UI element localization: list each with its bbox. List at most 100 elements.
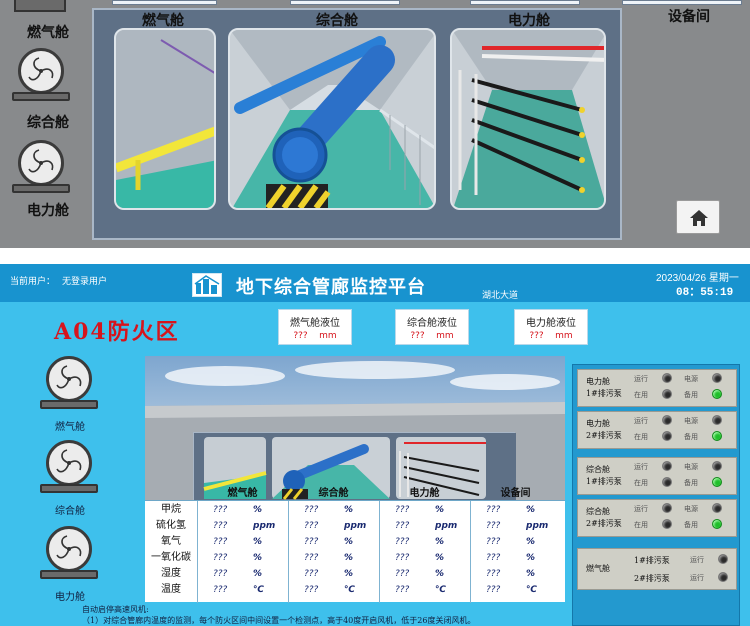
fan-label-comprehensive: 综合舱: [27, 115, 69, 131]
tab-bar-comprehensive[interactable]: [290, 0, 400, 5]
fan-button-gas[interactable]: [40, 356, 98, 414]
tab-bar-power[interactable]: [470, 0, 580, 5]
current-date: 2023/04/26 星期一: [656, 273, 739, 284]
table-cell: ??? ℃: [288, 583, 379, 597]
level-unit: mm: [436, 331, 454, 341]
cell-unit: ppm: [344, 521, 367, 531]
tab-bar-equipment[interactable]: [622, 0, 742, 5]
pump-status-label: 电源: [684, 417, 698, 425]
fan-label-gas: 燃气舱: [55, 422, 85, 433]
pump-status-label: 运行: [634, 505, 648, 513]
level-unit: mm: [319, 331, 337, 341]
pump-status-label: 备用: [684, 521, 698, 529]
pump-cabin-label: 综合舱: [586, 465, 610, 474]
cell-value: ???: [395, 569, 410, 579]
cell-unit: ppm: [526, 521, 549, 531]
pump-name: 1#排污泵: [586, 477, 622, 486]
cell-unit: %: [344, 553, 354, 563]
cell-value: ???: [213, 553, 228, 563]
monitor-platform: 当前用户： 无登录用户 地下综合管廊监控平台 湖北大道 2023/04/26 星…: [0, 264, 750, 626]
cell-unit: %: [526, 505, 536, 515]
fan-icon: [46, 440, 92, 486]
power-tunnel-view: [450, 28, 606, 210]
pump-cabin-label: 电力舱: [586, 419, 610, 428]
cell-value: ???: [213, 505, 228, 515]
table-cell: ??? ppm: [197, 519, 288, 533]
cell-value: ???: [304, 585, 319, 595]
fan-base: [40, 484, 98, 493]
fan-base: [40, 400, 98, 409]
location-subtitle: 湖北大道: [482, 291, 519, 301]
pump-status-label: 电源: [684, 463, 698, 471]
fan-button-power[interactable]: [12, 140, 70, 198]
zone-title: A04防火区: [54, 319, 180, 345]
fan-button-comprehensive[interactable]: [12, 48, 70, 106]
status-led: [712, 389, 722, 399]
cell-value: ???: [395, 521, 410, 531]
tab-equipment[interactable]: 设备间: [668, 6, 710, 26]
level-title: 电力舱液位: [526, 318, 576, 329]
pump-status-label: 电源: [684, 505, 698, 513]
cell-unit: %: [435, 537, 445, 547]
status-led: [712, 503, 722, 513]
fan-button-comprehensive[interactable]: [40, 440, 98, 498]
fan-icon: [18, 48, 64, 94]
level-box-comprehensive: 综合舱液位 ??? mm: [395, 309, 469, 345]
tab-power[interactable]: 电力舱: [508, 10, 550, 30]
cell-unit: %: [435, 569, 445, 579]
cell-unit: %: [526, 553, 536, 563]
fan-label-comprehensive: 综合舱: [55, 506, 85, 517]
tab-comprehensive[interactable]: 综合舱: [316, 10, 358, 30]
notes: 自动启停高速风机: （1）对综合管廊内温度的监测，每个防火区间中间设置一个检测点…: [82, 604, 562, 626]
status-led: [662, 373, 672, 383]
table-cell: ???%: [197, 551, 288, 565]
status-led: [718, 554, 728, 564]
row-label: 氧气: [161, 536, 181, 547]
cell-unit: ℃: [253, 585, 264, 595]
status-led: [712, 519, 722, 529]
level-title: 燃气舱液位: [290, 318, 340, 329]
fan-icon: [18, 140, 64, 186]
cell-unit: %: [253, 553, 263, 563]
tab-gas[interactable]: 燃气舱: [142, 10, 184, 30]
pump-cabin-label: 综合舱: [586, 507, 610, 516]
status-led: [662, 503, 672, 513]
column-header-equipment: 设备间: [500, 488, 531, 499]
row-label: 湿度: [161, 568, 181, 579]
column-header-power: 电力舱: [409, 488, 440, 499]
cell-unit: %: [253, 537, 263, 547]
cell-unit: %: [344, 569, 354, 579]
status-led: [662, 477, 672, 487]
cell-value: ???: [486, 553, 501, 563]
table-cell: ???%: [379, 503, 470, 517]
platform-logo: [192, 273, 222, 297]
table-cell: ???%: [197, 567, 288, 581]
header-bar: 当前用户： 无登录用户 地下综合管廊监控平台 湖北大道 2023/04/26 星…: [0, 264, 750, 302]
table-cell: ???%: [197, 535, 288, 549]
screen-divider: [0, 248, 750, 264]
cell-value: ???: [213, 585, 228, 595]
sensor-table: 燃气舱 综合舱 电力舱 设备间 甲烷???%???%???%???% 硫化氢???…: [145, 488, 565, 603]
table-cell: ??? ppm: [288, 519, 379, 533]
pump-status-panel: 电力舱 1#排污泵 运行 在用 电源 备用 电力舱 2#排污泵 运行 在用 电源 备用 综合舱 1#排污泵…: [572, 364, 740, 626]
cell-unit: %: [526, 569, 536, 579]
tab-bar-gas[interactable]: [112, 0, 217, 5]
fan-button-power[interactable]: [40, 526, 98, 584]
table-cell: ??? ℃: [379, 583, 470, 597]
level-title: 综合舱液位: [407, 318, 457, 329]
status-led: [662, 415, 672, 425]
pump-status-label: 在用: [634, 479, 648, 487]
table-cell: ???%: [288, 535, 379, 549]
cell-value: ???: [213, 521, 228, 531]
tunnel-overview-scene: [145, 356, 565, 502]
pump-name: 2#排污泵: [586, 431, 622, 440]
pump-name: 1#排污泵: [634, 556, 670, 565]
row-label: 硫化氢: [156, 520, 186, 531]
previous-screen-crop: 燃气舱 综合舱 电力舱 燃气舱 综合舱 电力舱 设备间: [0, 0, 750, 248]
fan-button-gas-partial[interactable]: [14, 0, 66, 12]
row-label: 甲烷: [161, 504, 181, 515]
pump-status-label: 电源: [684, 375, 698, 383]
home-button[interactable]: [676, 200, 720, 234]
status-led: [662, 431, 672, 441]
pump-status-label: 备用: [684, 391, 698, 399]
